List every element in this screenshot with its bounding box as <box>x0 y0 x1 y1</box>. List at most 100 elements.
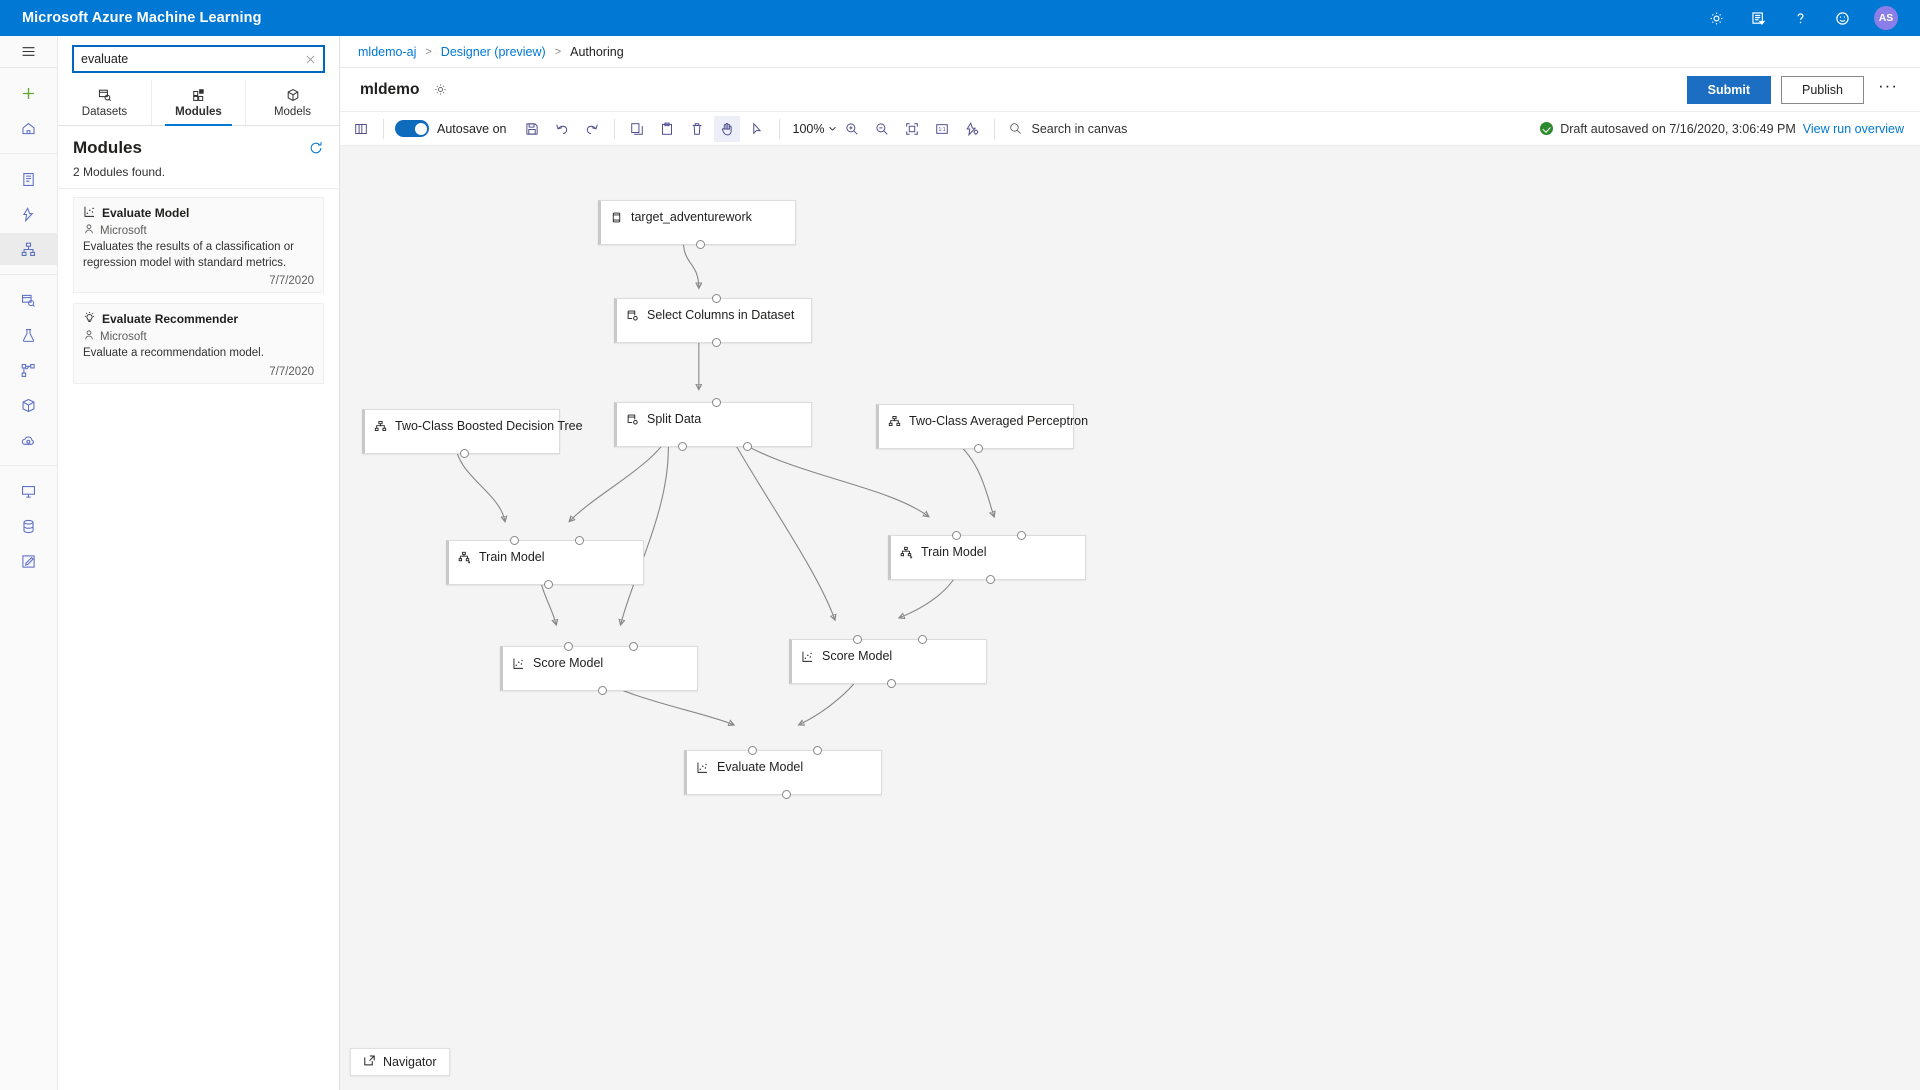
node-output-port[interactable] <box>974 444 983 453</box>
endpoints-icon[interactable] <box>0 424 57 456</box>
node-input-port[interactable] <box>853 635 862 644</box>
pipeline-node[interactable]: Evaluate Model <box>684 750 882 795</box>
notebooks-icon[interactable] <box>0 163 57 195</box>
app-title: Microsoft Azure Machine Learning <box>22 10 262 26</box>
node-output-port[interactable] <box>696 240 705 249</box>
evaluate-chart-icon <box>696 761 709 774</box>
experiments-icon[interactable] <box>0 319 57 351</box>
pipeline-node[interactable]: Score Model <box>500 646 698 691</box>
node-input-port[interactable] <box>712 294 721 303</box>
node-input-port[interactable] <box>952 531 961 540</box>
pipeline-node[interactable]: Train Model <box>446 540 644 585</box>
node-input-port[interactable] <box>575 536 584 545</box>
pipeline-node[interactable]: Split Data <box>614 402 812 447</box>
labeling-icon[interactable] <box>0 545 57 577</box>
pipeline-canvas[interactable]: target_adventurework Select Columns in Da… <box>340 146 1920 1090</box>
smiley-icon[interactable] <box>1832 8 1852 28</box>
node-output-port[interactable] <box>712 338 721 347</box>
navigator-button[interactable]: Navigator <box>350 1048 450 1076</box>
new-icon[interactable] <box>0 77 57 109</box>
pan-hand-icon[interactable] <box>714 116 740 142</box>
gear-icon[interactable] <box>1706 8 1726 28</box>
zoom-out-icon[interactable] <box>869 116 895 142</box>
person-icon <box>83 329 95 344</box>
list-item[interactable]: Evaluate Recommender Microsoft Evaluate … <box>73 303 324 384</box>
node-input-port[interactable] <box>712 398 721 407</box>
node-output-port[interactable] <box>678 442 687 451</box>
delete-icon[interactable] <box>684 116 710 142</box>
hamburger-icon[interactable] <box>0 36 57 68</box>
breadcrumb-workspace[interactable]: mldemo-aj <box>358 45 416 59</box>
node-input-port[interactable] <box>629 642 638 651</box>
node-input-port[interactable] <box>510 536 519 545</box>
save-icon[interactable] <box>519 116 545 142</box>
node-output-port[interactable] <box>544 580 553 589</box>
pipeline-node[interactable]: Train Model <box>888 535 1086 580</box>
node-input-port[interactable] <box>564 642 573 651</box>
avatar[interactable]: AS <box>1874 6 1898 30</box>
compute-icon[interactable] <box>0 475 57 507</box>
submit-button[interactable]: Submit <box>1687 76 1771 104</box>
undo-icon[interactable] <box>549 116 575 142</box>
node-output-port[interactable] <box>782 790 791 799</box>
feedback-note-icon[interactable] <box>1748 8 1768 28</box>
paste-icon[interactable] <box>654 116 680 142</box>
pipelines-icon[interactable] <box>0 354 57 386</box>
toolbar-divider <box>779 119 780 139</box>
zoom-level-dropdown[interactable]: 100% <box>793 122 838 136</box>
node-output-port[interactable] <box>887 679 896 688</box>
brand-bar-actions: AS <box>1706 6 1908 30</box>
columns-gear-icon <box>626 309 639 322</box>
home-icon[interactable] <box>0 112 57 144</box>
copy-icon[interactable] <box>624 116 650 142</box>
publish-button[interactable]: Publish <box>1781 76 1864 104</box>
designer-icon[interactable] <box>0 233 57 265</box>
datasets-icon <box>58 86 151 103</box>
list-item[interactable]: Evaluate Model Microsoft Evaluates the r… <box>73 197 324 293</box>
datastores-icon[interactable] <box>0 510 57 542</box>
node-output-port[interactable] <box>598 686 607 695</box>
datasets-icon[interactable] <box>0 284 57 316</box>
pipeline-node[interactable]: Score Model <box>789 639 987 684</box>
node-input-port[interactable] <box>748 746 757 755</box>
node-output-port[interactable] <box>986 575 995 584</box>
autosave-toggle[interactable] <box>395 120 429 137</box>
pipeline-node[interactable]: Select Columns in Dataset <box>614 298 812 343</box>
tab-modules[interactable]: Modules <box>152 80 246 125</box>
node-input-port[interactable] <box>1017 531 1026 540</box>
person-icon <box>83 223 95 238</box>
tab-datasets[interactable]: Datasets <box>58 80 152 125</box>
pipeline-node[interactable]: Two-Class Boosted Decision Tree <box>362 409 560 454</box>
more-options-button[interactable]: ··· <box>1874 76 1902 104</box>
node-input-port[interactable] <box>918 635 927 644</box>
node-output-port[interactable] <box>460 449 469 458</box>
breadcrumb-designer[interactable]: Designer (preview) <box>441 45 546 59</box>
columns-gear-icon <box>626 413 639 426</box>
pipeline-node[interactable]: target_adventurework <box>598 200 796 245</box>
module-author-row: Microsoft <box>83 223 314 238</box>
close-icon[interactable] <box>297 53 323 66</box>
canvas-search[interactable]: Search in canvas <box>1008 121 1127 136</box>
node-input-port[interactable] <box>813 746 822 755</box>
side-panel-icon[interactable] <box>348 116 374 142</box>
module-list: Evaluate Model Microsoft Evaluates the r… <box>58 188 339 1090</box>
node-output-port[interactable] <box>743 442 752 451</box>
node-label: Score Model <box>533 656 603 670</box>
actual-size-icon[interactable]: 1:1 <box>929 116 955 142</box>
automated-ml-icon[interactable] <box>0 198 57 230</box>
zoom-in-icon[interactable] <box>839 116 865 142</box>
algorithm-tree-icon <box>374 420 387 433</box>
select-cursor-icon[interactable] <box>744 116 770 142</box>
search-input[interactable] <box>74 52 297 66</box>
auto-layout-icon[interactable] <box>959 116 985 142</box>
help-icon[interactable] <box>1790 8 1810 28</box>
gear-icon[interactable] <box>433 82 448 97</box>
search-box[interactable] <box>72 45 325 73</box>
refresh-icon[interactable] <box>308 140 324 156</box>
tab-models[interactable]: Models <box>246 80 339 125</box>
redo-icon[interactable] <box>579 116 605 142</box>
view-run-overview-link[interactable]: View run overview <box>1803 122 1904 136</box>
models-icon[interactable] <box>0 389 57 421</box>
pipeline-node[interactable]: Two-Class Averaged Perceptron <box>876 404 1074 449</box>
fit-to-screen-icon[interactable] <box>899 116 925 142</box>
